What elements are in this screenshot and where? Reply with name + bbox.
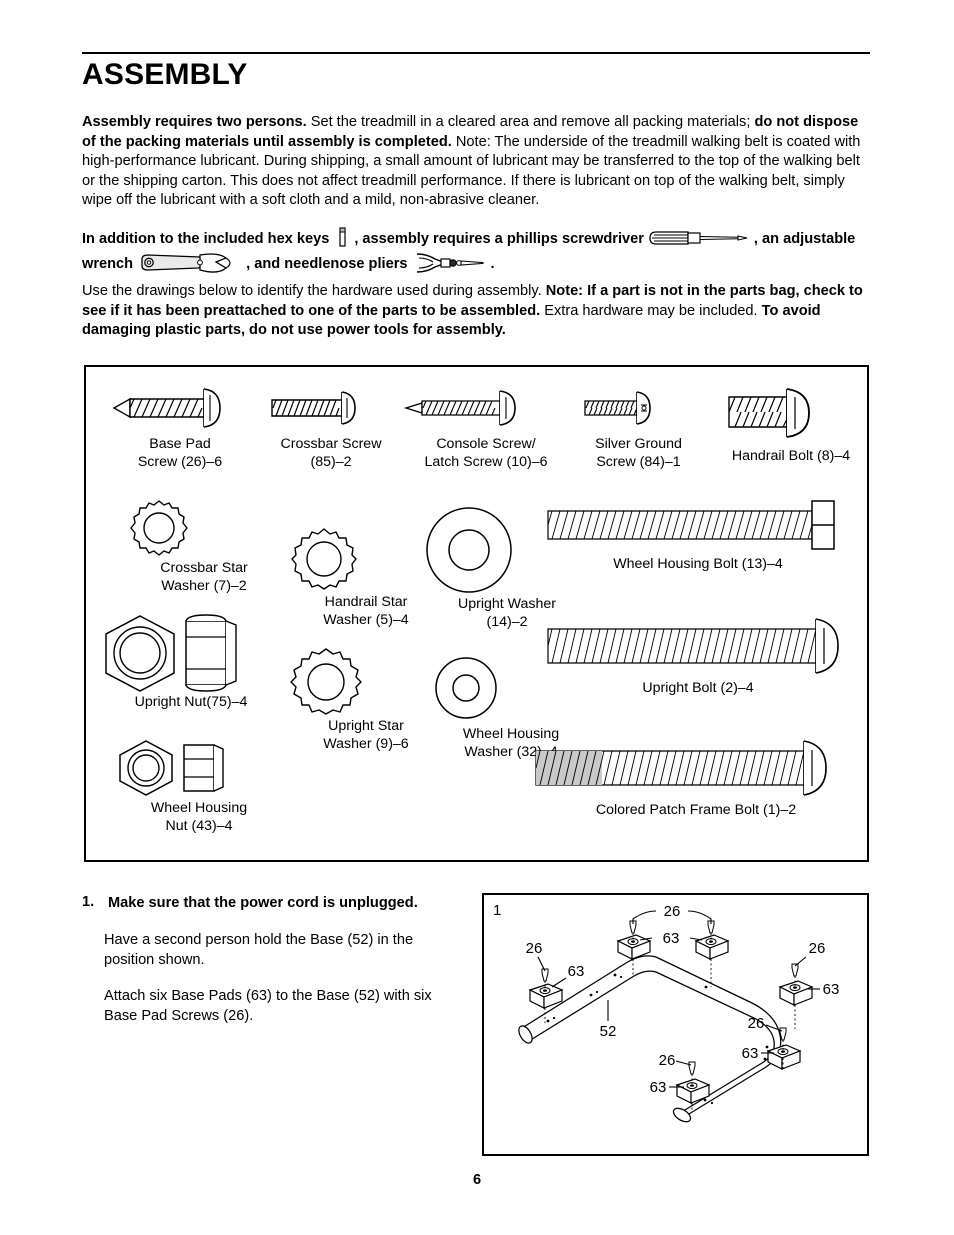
hardware-text-2: Extra hardware may be included.: [540, 302, 762, 319]
wheel-housing-bolt-label: Wheel Housing Bolt (13)–4: [613, 556, 783, 572]
callout-63-top-mid: 63: [663, 930, 680, 947]
part-handrail-bolt: Handrail Bolt (8)–4: [711, 381, 871, 465]
callout-26-bottom: 26: [659, 1052, 676, 1069]
handrail-bolt-art: [711, 381, 871, 447]
part-upright-nut: Upright Nut(75)–4: [100, 611, 282, 711]
part-silver-ground-screw: Silver Ground Screw (84)–1: [561, 381, 716, 471]
base-pad-screw-art: [100, 381, 260, 435]
part-crossbar-screw: Crossbar Screw (85)–2: [256, 381, 406, 471]
callout-63-mid-right: 63: [742, 1045, 759, 1062]
upright-bolt-label: Upright Bolt (2)–4: [642, 680, 754, 696]
part-upright-star-washer: Upright Star Washer (9)–6: [286, 645, 446, 753]
base-assembly-drawing: 26 63 26 63 26 63 52 26 63 26 63: [518, 903, 840, 1123]
part-console-latch-screw: Console Screw/ Latch Screw (10)–6: [396, 381, 576, 471]
part-wheel-housing-bolt: Wheel Housing Bolt (13)–4: [538, 495, 858, 573]
upright-star-washer-art: [286, 645, 446, 717]
step-paragraph-1: Have a second person hold the Base (52) …: [104, 932, 414, 968]
callout-26-top-left: 26: [664, 903, 681, 920]
manual-page: ASSEMBLY Assembly requires two persons. …: [0, 0, 954, 1235]
wheel-housing-nut-label: Wheel Housing Nut (43)–4: [150, 800, 248, 834]
wheel-housing-nut-art: [114, 737, 284, 799]
console-latch-screw-label: Console Screw/ Latch Screw (10)–6: [424, 436, 548, 470]
needlenose-pliers-icon: [413, 251, 489, 275]
hardware-identification-box: Base Pad Screw (26)–6 Crossbar Screw (85…: [84, 365, 869, 862]
adjustable-wrench-icon: [138, 250, 244, 276]
hardware-paragraph: Use the drawings below to identify the h…: [82, 282, 870, 341]
callout-63-right: 63: [823, 981, 840, 998]
callout-52-base: 52: [600, 1023, 617, 1040]
tools-text-5: .: [490, 255, 495, 272]
base-pad-screw-label: Base Pad Screw (26)–6: [137, 436, 223, 470]
step-number: 1.: [82, 894, 95, 910]
callout-63-bottom: 63: [650, 1079, 667, 1096]
tools-paragraph: In addition to the included hex keys , as…: [82, 227, 872, 276]
base-pad-right: [778, 980, 814, 1006]
upright-star-washer-label: Upright Star Washer (9)–6: [323, 718, 409, 752]
upright-bolt-art: [538, 615, 858, 679]
intro-text-1: Set the treadmill in a cleared area and …: [306, 114, 755, 130]
part-wheel-housing-nut: Wheel Housing Nut (43)–4: [114, 737, 284, 835]
console-latch-screw-art: [396, 381, 576, 435]
handrail-star-washer-label: Handrail Star Washer (5)–4: [323, 594, 409, 628]
crossbar-screw-art: [256, 381, 406, 435]
part-handrail-star-washer: Handrail Star Washer (5)–4: [286, 525, 446, 629]
hex-key-icon: [335, 227, 351, 249]
callout-26-mid-right: 26: [748, 1015, 765, 1032]
part-crossbar-star-washer: Crossbar Star Washer (7)–2: [124, 497, 284, 595]
tools-text-2: , assembly requires a phillips screwdriv…: [354, 231, 644, 247]
step-panel-number: 1: [493, 902, 502, 919]
part-base-pad-screw: Base Pad Screw (26)–6: [100, 381, 260, 471]
wheel-housing-bolt-art: [538, 495, 858, 555]
hardware-text-1: Use the drawings below to identify the h…: [82, 283, 546, 299]
page-title: ASSEMBLY: [82, 58, 248, 91]
colored-patch-frame-bolt-label: Colored Patch Frame Bolt (1)–2: [595, 802, 797, 818]
handrail-star-washer-art: [286, 525, 446, 593]
silver-ground-screw-label: Silver Ground Screw (84)–1: [595, 436, 682, 470]
tools-text-4: , and needlenose pliers: [246, 255, 408, 272]
upright-nut-label: Upright Nut(75)–4: [134, 694, 248, 710]
base-pad-top-right: [694, 934, 730, 960]
step-heading: Make sure that the power cord is unplugg…: [108, 895, 418, 911]
callout-26-left: 26: [526, 940, 543, 957]
phillips-screwdriver-icon: [648, 228, 752, 248]
crossbar-screw-label: Crossbar Screw (85)–2: [280, 436, 382, 470]
silver-ground-screw-art: [561, 381, 716, 435]
handrail-bolt-label: Handrail Bolt (8)–4: [731, 448, 851, 464]
part-upright-bolt: Upright Bolt (2)–4: [538, 615, 858, 697]
colored-patch-frame-bolt-art: [526, 737, 866, 801]
base-pad-left: [528, 983, 564, 1009]
page-number: 6: [472, 1172, 482, 1188]
callout-63-left: 63: [568, 963, 585, 980]
intro-bold-1: Assembly requires two persons.: [82, 114, 307, 130]
upright-nut-art: [100, 611, 282, 693]
step-1-diagram-panel: 1 26 63 26 63 26 63 52 26 63 26 63: [482, 893, 869, 1156]
step-paragraph-2: Attach six Base Pads (63) to the Base (5…: [104, 988, 432, 1024]
intro-paragraph: Assembly requires two persons. Set the t…: [82, 113, 870, 211]
crossbar-star-washer-label: Crossbar Star Washer (7)–2: [160, 560, 248, 594]
part-colored-patch-frame-bolt: Colored Patch Frame Bolt (1)–2: [526, 737, 866, 819]
header-rule: [82, 52, 870, 54]
base-pad-mid-right: [766, 1044, 802, 1070]
tools-text-1: In addition to the included hex keys: [82, 231, 330, 247]
callout-26-right: 26: [809, 940, 826, 957]
crossbar-star-washer-art: [124, 497, 284, 559]
